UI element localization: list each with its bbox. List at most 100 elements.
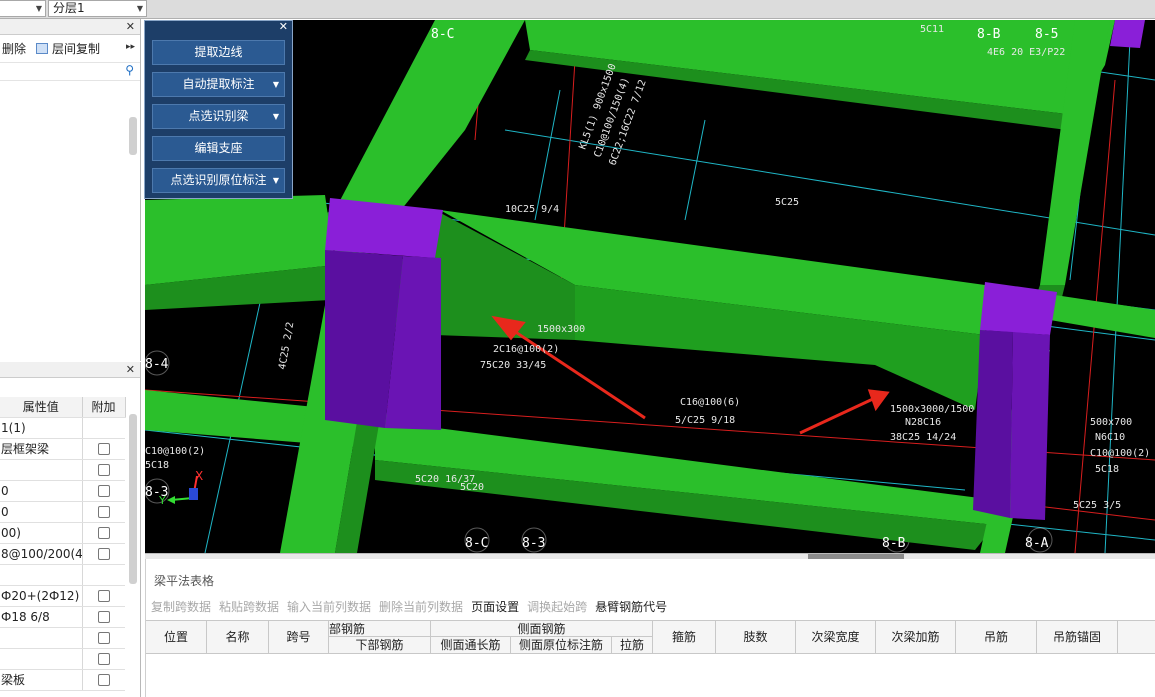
axis-label: 8-4 [145,357,169,372]
column-header-stirrup[interactable]: 箍筋 [653,621,716,654]
column-header-side-inplace[interactable]: 侧面原位标注筋 [511,637,612,654]
copy-between-floors-button[interactable]: 层间复制 [52,40,100,57]
table-row[interactable] [0,564,125,586]
table-row[interactable] [0,627,125,649]
scrollbar[interactable] [129,117,137,155]
property-value[interactable] [0,627,83,649]
cad-text: N28C16 [905,417,941,428]
property-value[interactable]: 0 [0,501,83,523]
cad-text: 10C25 9/4 [505,204,559,215]
column-header-side-through[interactable]: 侧面通长筋 [431,637,511,654]
column-header-hanger-anchor[interactable]: 吊筋锚固 [1037,621,1118,654]
checkbox[interactable] [97,674,110,686]
recognition-tool-palette: ✕ 提取边线 自动提取标注 ▼ 点选识别梁 ▼ 编辑支座 点选识别原位标注 ▼ [144,20,293,199]
property-value[interactable]: 1(1) [0,417,83,439]
checkbox[interactable] [97,590,110,602]
property-value[interactable] [0,648,83,670]
chevron-down-icon[interactable]: ▼ [137,1,143,16]
checkbox[interactable] [97,653,110,665]
page-setup-button[interactable]: 页面设置 [471,598,519,615]
button-label: 点选识别原位标注 [170,173,267,187]
chevron-down-icon[interactable]: ▼ [273,169,279,192]
scrollbar[interactable] [129,414,137,584]
column-header-tie[interactable]: 拉筋 [612,637,653,654]
column-header-span[interactable]: 跨号 [269,621,329,654]
table-row[interactable] [0,648,125,670]
column-header-name[interactable]: 名称 [207,621,269,654]
table-row[interactable]: 00) [0,522,125,544]
cantilever-rebar-code-button[interactable]: 悬臂钢筋代号 [595,598,667,615]
table-row[interactable]: Ф18 6/8 [0,606,125,628]
swap-start-span-button[interactable]: 调换起始跨 [527,598,587,615]
viewport-canvas[interactable]: 8-C 8-B 8-5 8-4 8-3 8-C 8-3 8-B 8-A 5C11… [145,20,1155,553]
chevron-down-icon[interactable]: ▼ [273,73,279,96]
component-type-combo[interactable]: ▼ [0,0,46,17]
axis-label: 8-C [465,536,488,551]
column-header-bottom-rebar[interactable]: 下部钢筋 [329,637,431,654]
checkbox[interactable] [97,485,110,497]
property-value[interactable] [0,564,83,586]
auto-extract-annotation-button[interactable]: 自动提取标注 ▼ [152,72,285,97]
cad-3d-viewport[interactable]: 8-C 8-B 8-5 8-4 8-3 8-C 8-3 8-B 8-A 5C11… [145,20,1155,553]
floor-layer-combo[interactable]: 分层1 ▼ [48,0,147,17]
button-label: 提取边线 [194,45,243,59]
search-input[interactable]: ⚲ [0,63,140,81]
extract-edge-button[interactable]: 提取边线 [152,40,285,65]
column-header-hanger[interactable]: 吊筋 [956,621,1037,654]
cad-text: 500x700 [1090,417,1132,428]
table-row[interactable]: 1(1) [0,417,125,439]
app-window: { "topbar": { "combo_left_value": "", "f… [0,0,1155,697]
property-value[interactable]: Ф18 6/8 [0,606,83,628]
button-label: 自动提取标注 [182,77,255,91]
cad-text: C10@100(2) [1090,448,1150,459]
pick-identify-beam-button[interactable]: 点选识别梁 ▼ [152,104,285,129]
input-column-data-button[interactable]: 输入当前列数据 [287,598,371,615]
table-row[interactable]: Ф20+(2Ф12) [0,585,125,607]
property-value[interactable]: 00) [0,522,83,544]
table-row[interactable] [0,459,125,481]
checkbox[interactable] [97,527,110,539]
search-icon[interactable]: ⚲ [125,63,134,77]
table-row[interactable]: 0 [0,480,125,502]
close-icon[interactable]: ✕ [279,20,288,33]
table-row[interactable]: 梁板 [0,669,125,691]
column-header-secondary-width[interactable]: 次梁宽度 [796,621,876,654]
table-row[interactable]: 层框架梁 [0,438,125,460]
close-icon[interactable]: ✕ [126,19,135,35]
table-row[interactable]: 8@100/200(4) [0,543,125,565]
edit-support-button[interactable]: 编辑支座 [152,136,285,161]
delete-button[interactable]: 删除 [2,40,26,57]
column-header-position[interactable]: 位置 [146,621,207,654]
property-value[interactable]: Ф20+(2Ф12) [0,585,83,607]
cad-text: 38C25 14/24 [890,432,956,443]
property-value[interactable]: 层框架梁 [0,438,83,460]
copy-span-data-button[interactable]: 复制跨数据 [151,598,211,615]
checkbox[interactable] [97,632,110,644]
property-value[interactable]: 0 [0,480,83,502]
cad-text: 5C25 3/5 [1073,500,1121,511]
more-icon[interactable]: ▸▸ [126,42,135,52]
checkbox[interactable] [97,443,110,455]
checkbox[interactable] [97,611,110,623]
column-group-side[interactable]: 侧面钢筋 [431,621,653,637]
column-header-secondary-extra[interactable]: 次梁加筋 [876,621,956,654]
checkbox[interactable] [97,506,110,518]
checkbox[interactable] [97,548,110,560]
delete-column-data-button[interactable]: 删除当前列数据 [379,598,463,615]
pick-identify-inplace-annotation-button[interactable]: 点选识别原位标注 ▼ [152,168,285,193]
property-value[interactable]: 8@100/200(4) [0,543,83,565]
property-value[interactable]: 梁板 [0,669,83,691]
column-group-bottom[interactable]: 部钢筋 [329,621,431,637]
chevron-down-icon[interactable]: ▼ [36,1,42,16]
cad-text: 5C11 [920,24,944,35]
checkbox[interactable] [97,464,110,476]
property-value[interactable] [0,459,83,481]
column-header-legs[interactable]: 肢数 [716,621,796,654]
chevron-down-icon[interactable]: ▼ [273,105,279,128]
close-icon[interactable]: ✕ [126,362,135,378]
paste-span-data-button[interactable]: 粘贴跨数据 [219,598,279,615]
axis-label: 8-C [431,27,454,42]
panel-title-bar: ✕ [0,362,140,378]
table-row[interactable]: 0 [0,501,125,523]
button-label: 点选识别梁 [188,109,249,123]
